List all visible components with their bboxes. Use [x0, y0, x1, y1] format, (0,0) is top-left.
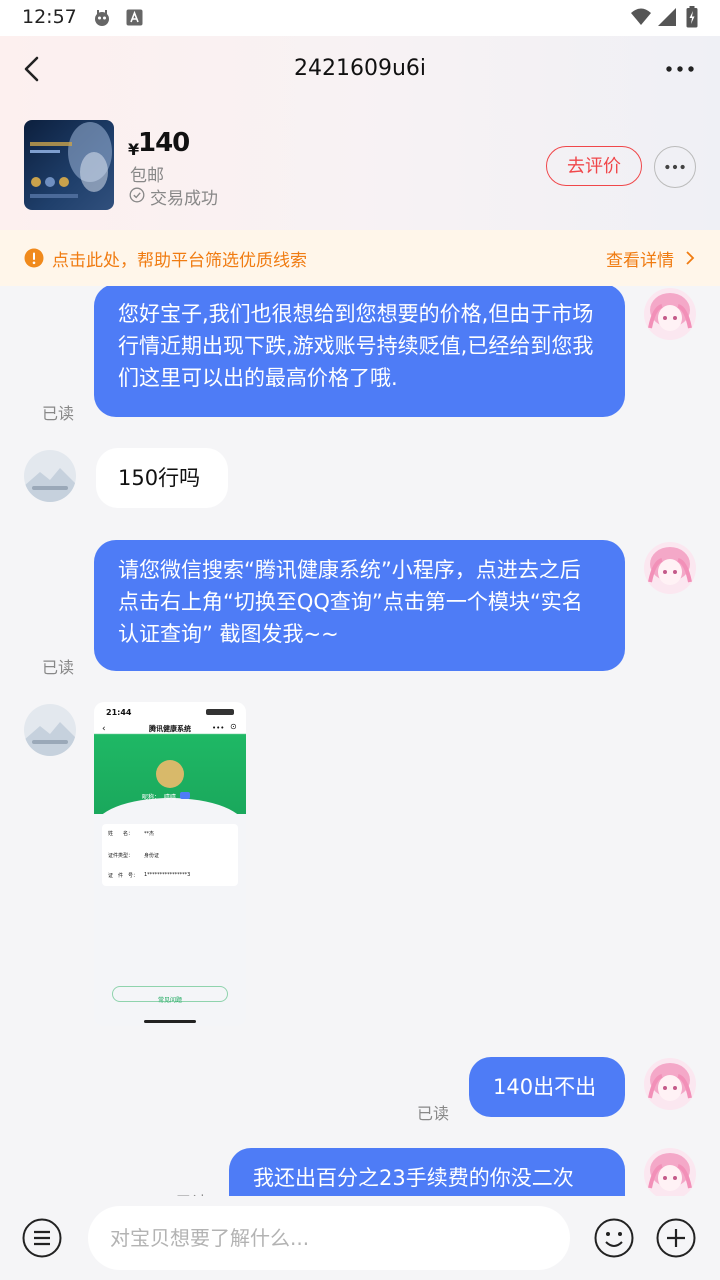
chevron-right-icon [686, 251, 695, 265]
menu-button[interactable] [22, 1218, 62, 1258]
message-bubble-outgoing[interactable]: 140出不出 [469, 1057, 625, 1117]
add-attachment-button[interactable] [656, 1218, 696, 1258]
buyer-avatar[interactable] [24, 704, 76, 756]
notice-text: 点击此处，帮助平台筛选优质线索 [52, 251, 307, 271]
screenshot-avatar [156, 760, 184, 788]
product-price: 140 [138, 128, 190, 158]
status-time: 12:57 [22, 6, 77, 28]
screenshot-time: 21:44 [106, 708, 132, 717]
seller-avatar[interactable] [644, 542, 696, 594]
screenshot-row-value: **杰 [144, 831, 155, 837]
review-button[interactable]: 去评价 [546, 146, 642, 186]
check-circle-icon [129, 187, 145, 203]
chat-message-list[interactable]: 您好宝子,我们也很想给到您想要的价格,但由于市场行情近期出现下跌,游戏账号持续贬… [0, 286, 720, 1196]
seller-avatar[interactable] [644, 288, 696, 340]
screenshot-row-value: 1****************3 [144, 872, 191, 878]
screenshot-status-icons [206, 709, 234, 715]
robot-notification-icon [95, 10, 109, 26]
wifi-icon [631, 8, 651, 25]
shipping-label: 包邮 [130, 166, 164, 186]
read-receipt: 已读 [42, 404, 75, 423]
message-bubble-incoming[interactable]: 150行吗 [96, 448, 228, 508]
screenshot-row-label: 证件类型： [108, 853, 134, 859]
warning-icon [24, 248, 44, 268]
message-input-container[interactable] [88, 1206, 570, 1270]
screenshot-nick-badge [180, 792, 190, 799]
view-details-link[interactable]: 查看详情 [606, 246, 674, 271]
screenshot-faq-label: 常见问题 [157, 997, 182, 1004]
buyer-avatar[interactable] [24, 450, 76, 502]
screenshot-info-card: 姓 名： **杰 证件类型： 身份证 证 件 号： 1*************… [102, 824, 238, 886]
status-bar: 12:57 [0, 0, 720, 36]
read-receipt: 已读 [42, 658, 75, 677]
screenshot-menu-icon: ••• [212, 724, 225, 732]
screenshot-row-label: 证 件 号： [108, 873, 139, 879]
message-bubble-outgoing[interactable]: 我还出百分之23手续费的你没二次 [229, 1148, 625, 1196]
message-input[interactable] [88, 1206, 570, 1270]
app-notification-icon [126, 9, 143, 26]
screenshot-nick-label: 昵称： [142, 794, 161, 801]
image-message[interactable]: 21:44 ‹ 腾讯健康系统 ••• ⊙ 昵称： 嘻嘻 姓 名： **杰 证件类… [94, 702, 246, 1026]
seller-avatar[interactable] [644, 1148, 696, 1196]
screenshot-nick: 嘻嘻 [164, 794, 177, 801]
screenshot-close-icon: ⊙ [230, 722, 237, 731]
screenshot-row-value: 身份证 [144, 853, 160, 859]
signal-icon [658, 8, 676, 26]
screenshot-faq-button: 常见问题 [112, 986, 228, 1004]
message-bubble-outgoing[interactable]: 您好宝子,我们也很想给到您想要的价格,但由于市场行情近期出现下跌,游戏账号持续贬… [94, 286, 625, 417]
deal-status: 交易成功 [150, 189, 218, 209]
read-receipt: 已读 [417, 1104, 450, 1123]
input-bar [0, 1196, 720, 1280]
product-thumbnail[interactable] [24, 120, 114, 210]
message-bubble-outgoing[interactable]: 请您微信搜索“腾讯健康系统”小程序，点进去之后点击右上角“切换至QQ查询”点击第… [94, 540, 625, 671]
more-options-button[interactable] [660, 56, 700, 82]
page-title: 2421609u6i [293, 56, 427, 81]
screenshot-row-label: 姓 名： [108, 831, 134, 837]
read-receipt: 已读 [176, 1189, 208, 1196]
notice-banner[interactable]: 点击此处，帮助平台筛选优质线索 查看详情 [0, 230, 720, 286]
emoji-button[interactable] [594, 1218, 634, 1258]
seller-avatar[interactable] [644, 1058, 696, 1110]
more-actions-button[interactable] [654, 146, 696, 188]
conversation-header: 2421609u6i ¥ 140 包邮 交易成功 去评价 [0, 36, 720, 230]
screenshot-home-indicator [144, 1020, 196, 1023]
battery-charging-icon [686, 6, 698, 28]
